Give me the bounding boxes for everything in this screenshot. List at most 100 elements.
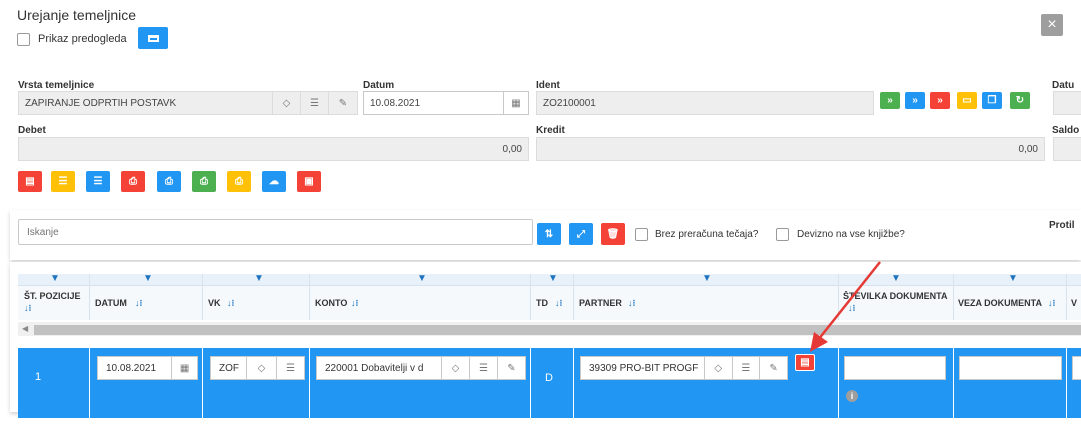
ident-label: Ident — [536, 80, 560, 91]
list-yellow-button[interactable]: ☰ — [51, 171, 75, 192]
protil-label: Protil — [1049, 220, 1075, 231]
vrsta-label: Vrsta temeljnice — [18, 80, 95, 91]
header-td[interactable]: TD — [536, 298, 548, 308]
ticket-button[interactable]: ▭ — [957, 92, 977, 109]
filter-icon[interactable]: ▼ — [143, 273, 153, 284]
sort-icon[interactable]: ↓⁝ — [227, 298, 234, 309]
devizno-checkbox[interactable] — [776, 228, 789, 241]
saldo-label: Saldo — [1052, 125, 1080, 136]
datum-value: 10.08.2021 — [370, 97, 421, 109]
print-green-button[interactable]: ⎙ — [192, 171, 216, 192]
list-icon[interactable]: ☰ — [301, 91, 329, 115]
print-red-button[interactable]: ⎙ — [121, 171, 145, 192]
cloud-upload-button[interactable]: ☁ — [262, 171, 286, 192]
datu-field[interactable] — [1053, 91, 1081, 115]
sort-icon[interactable]: ↓⁝ — [135, 298, 142, 309]
print-yellow-button[interactable]: ⎙ — [227, 171, 251, 192]
pencil-icon[interactable]: ✎ — [759, 357, 787, 379]
filter-icon[interactable]: ▼ — [891, 273, 901, 284]
sort-icon[interactable]: ↓⁝ — [1048, 298, 1055, 309]
print-icon: ⎙ — [200, 176, 208, 187]
saldo-field — [1053, 137, 1081, 161]
row-position: 1 — [35, 371, 42, 383]
scroll-left-icon[interactable]: ◀ — [22, 324, 28, 333]
filter-icon[interactable]: ▼ — [702, 273, 712, 284]
brez-checkbox[interactable] — [635, 228, 648, 241]
search-input[interactable] — [18, 219, 533, 245]
refresh-button[interactable]: ↻ — [1010, 92, 1030, 109]
row-datum-value: 10.08.2021 — [106, 362, 157, 374]
header-veza-dokumenta[interactable]: VEZA DOKUMENTA — [958, 298, 1042, 308]
row-v-input[interactable] — [1072, 356, 1081, 380]
sort-button[interactable]: ⇅ — [537, 223, 561, 245]
fast-forward-blue-button[interactable]: » — [905, 92, 925, 109]
column-divider — [530, 274, 531, 320]
form-icon: ▤ — [800, 357, 810, 368]
header-st-pozicije[interactable]: ŠT. POZICIJE — [24, 291, 81, 301]
expand-button[interactable]: ⤢ — [569, 223, 593, 245]
form-red-button[interactable]: ▤ — [18, 171, 42, 192]
row-konto-input[interactable]: 220001 Dobavitelji v d ◇ ☰ ✎ — [316, 356, 526, 380]
header-v[interactable]: V — [1071, 298, 1077, 308]
filter-icon[interactable]: ▼ — [417, 273, 427, 284]
print-icon: ⎙ — [129, 176, 137, 187]
vrsta-value: ZAPIRANJE ODPRTIH POSTAVK — [25, 97, 177, 109]
preview-toggle-button[interactable] — [138, 27, 168, 49]
file-icon: ▣ — [304, 176, 314, 187]
scrollbar-thumb[interactable] — [34, 325, 1081, 335]
eraser-icon[interactable]: ◇ — [441, 357, 469, 379]
column-divider — [309, 348, 310, 418]
kredit-value: 0,00 — [1018, 143, 1038, 155]
row-veza-input[interactable] — [959, 356, 1062, 380]
print-blue-button[interactable]: ⎙ — [157, 171, 181, 192]
column-divider — [573, 274, 574, 320]
list-icon[interactable]: ☰ — [276, 357, 304, 379]
preview-checkbox[interactable] — [17, 33, 30, 46]
list-blue-button[interactable]: ☰ — [86, 171, 110, 192]
sort-icon[interactable]: ↓⁝ — [351, 298, 358, 309]
sort-icon[interactable]: ↓⁝ — [24, 303, 31, 314]
filter-icon[interactable]: ▼ — [548, 273, 558, 284]
list-icon[interactable]: ☰ — [469, 357, 497, 379]
close-icon: × — [1047, 16, 1057, 33]
refresh-icon: ↻ — [1015, 95, 1025, 106]
eraser-icon[interactable]: ◇ — [246, 357, 276, 379]
annotation-arrow — [810, 261, 881, 352]
list-icon[interactable]: ☰ — [731, 357, 760, 379]
copy-button[interactable]: ❐ — [982, 92, 1002, 109]
pencil-icon[interactable]: ✎ — [497, 357, 525, 379]
eraser-icon[interactable]: ◇ — [703, 357, 732, 379]
sort-icon[interactable]: ↓⁝ — [555, 298, 562, 309]
info-icon[interactable]: i — [846, 390, 858, 402]
header-datum[interactable]: DATUM — [95, 298, 127, 308]
pencil-icon[interactable]: ✎ — [329, 91, 357, 115]
column-divider — [573, 348, 574, 418]
close-button[interactable]: × — [1041, 14, 1063, 36]
fast-forward-green-button[interactable]: » — [880, 92, 900, 109]
calendar-icon[interactable]: ▦ — [503, 92, 528, 114]
header-partner[interactable]: PARTNER — [579, 298, 622, 308]
ident-field[interactable]: ZO2100001 — [536, 91, 874, 115]
expand-icon: ⤢ — [577, 228, 585, 240]
row-konto-value: 220001 Dobavitelji v d — [325, 362, 424, 374]
column-divider — [953, 274, 954, 320]
delete-button[interactable]: 🗑 — [601, 223, 625, 245]
print-icon: ⎙ — [235, 176, 243, 187]
filter-icon[interactable]: ▼ — [50, 273, 60, 284]
filter-icon[interactable]: ▼ — [254, 273, 264, 284]
header-konto[interactable]: KONTO — [315, 298, 347, 308]
row-partner-input[interactable]: 39309 PRO-BIT PROGF ◇ ☰ ✎ — [580, 356, 788, 380]
filter-icon[interactable]: ▼ — [1008, 273, 1018, 284]
fast-forward-red-button[interactable]: » — [930, 92, 950, 109]
column-divider — [838, 348, 839, 418]
row-vk-input[interactable]: ZOF ◇ ☰ — [210, 356, 305, 380]
row-vk-value: ZOF — [219, 362, 239, 374]
header-vk[interactable]: VK — [208, 298, 221, 308]
page-title: Urejanje temeljnice — [17, 7, 137, 23]
row-datum-input[interactable]: 10.08.2021 ▦ — [97, 356, 198, 380]
row-stevilka-input[interactable] — [844, 356, 946, 380]
eraser-icon[interactable]: ◇ — [273, 91, 301, 115]
sort-icon[interactable]: ↓⁝ — [628, 298, 635, 309]
file-red-button[interactable]: ▣ — [297, 171, 321, 192]
calendar-icon[interactable]: ▦ — [171, 357, 197, 379]
